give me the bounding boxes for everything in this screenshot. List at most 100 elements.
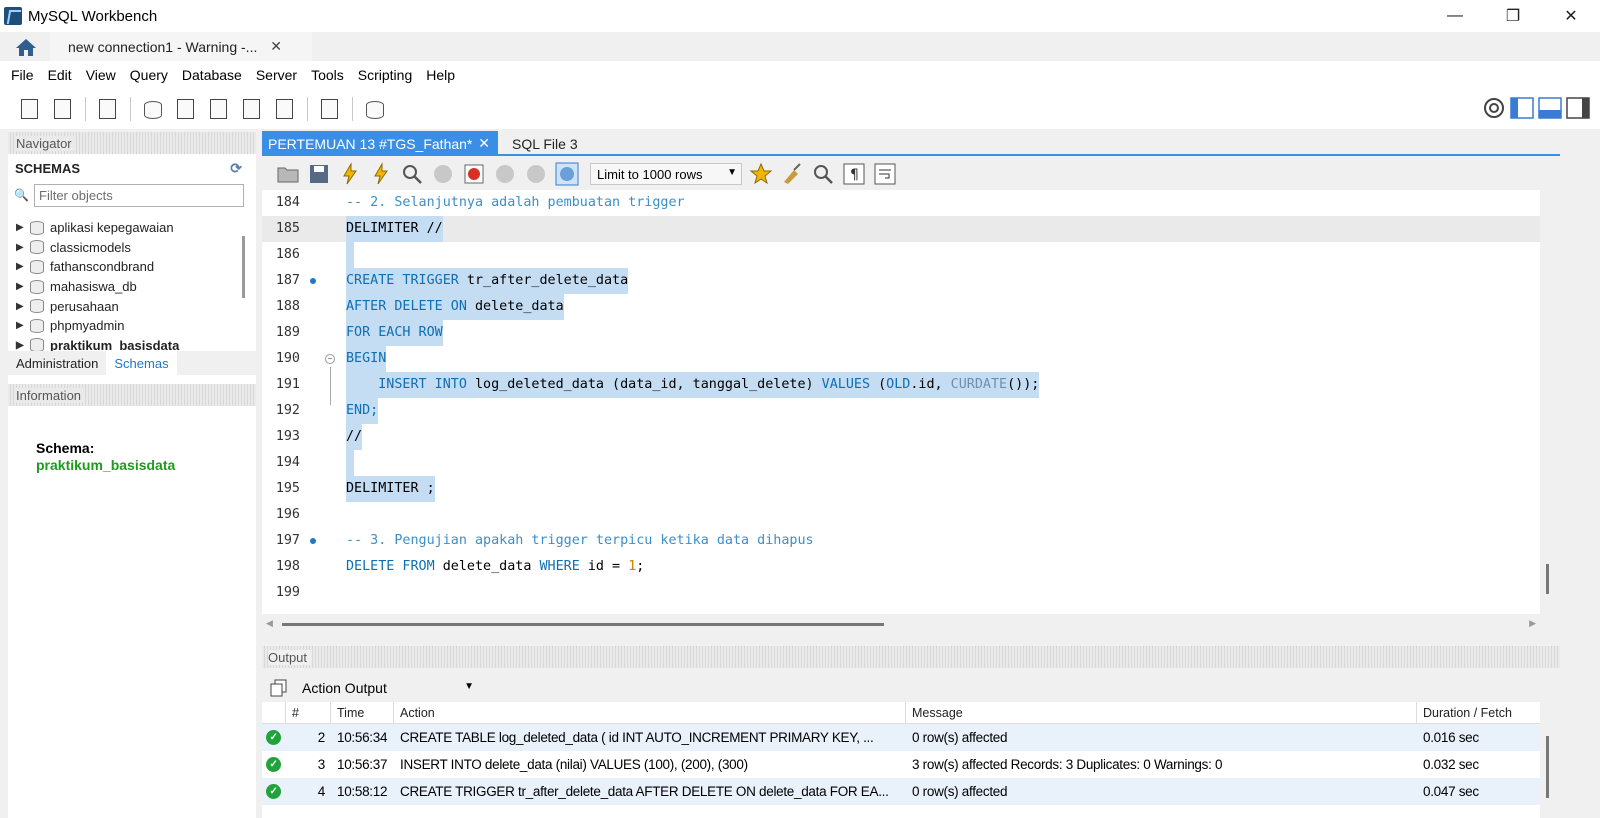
column-header-message[interactable]: Message (906, 702, 1417, 724)
open-sql-script-icon[interactable] (49, 95, 77, 123)
menu-query[interactable]: Query (123, 67, 175, 83)
home-tab[interactable] (6, 34, 46, 59)
word-wrap-icon[interactable] (873, 162, 897, 186)
toolbar-separator (130, 97, 131, 121)
beautify-icon[interactable] (780, 162, 804, 186)
filter-objects-input[interactable] (34, 184, 244, 207)
explain-icon[interactable] (400, 162, 424, 186)
auto-commit-icon[interactable] (555, 162, 579, 186)
schema-item[interactable]: ▶ aplikasi kepegawaian (8, 218, 244, 238)
column-header-time[interactable]: Time (331, 702, 394, 724)
rollback-icon[interactable] (524, 162, 548, 186)
menu-edit[interactable]: Edit (41, 67, 79, 83)
schema-item-default[interactable]: ▶ praktikum_basisdata (8, 336, 244, 352)
code-line: 199 (262, 580, 1540, 606)
column-header-duration[interactable]: Duration / Fetch (1417, 702, 1540, 724)
menu-file[interactable]: File (4, 67, 41, 83)
stop-icon[interactable] (431, 162, 455, 186)
schema-item[interactable]: ▶ mahasiswa_db (8, 277, 244, 297)
close-icon[interactable]: ✕ (1542, 0, 1600, 32)
expand-arrow-icon[interactable]: ▶ (16, 320, 30, 331)
output-type-select[interactable]: Action Output ▼ (300, 676, 480, 700)
scroll-right-icon[interactable]: ▶ (1529, 618, 1536, 629)
create-function-icon[interactable] (271, 95, 299, 123)
invisible-chars-icon[interactable]: ¶ (842, 162, 866, 186)
output-vertical-scrollbar[interactable] (1546, 736, 1549, 798)
tab-sql-file-3[interactable]: SQL File 3 (506, 131, 578, 156)
editor-vertical-scrollbar[interactable] (1546, 564, 1549, 594)
toggle-secondary-sidebar-icon[interactable] (1566, 97, 1590, 119)
add-snippet-icon[interactable] (749, 162, 773, 186)
expand-arrow-icon[interactable]: ▶ (16, 340, 30, 351)
toggle-sidebar-icon[interactable] (1510, 97, 1534, 119)
row-number: 4 (317, 784, 326, 799)
reconnect-icon[interactable] (361, 95, 389, 123)
search-table-data-icon[interactable] (316, 95, 344, 123)
sql-editor[interactable]: 184 -- 2. Selanjutnya adalah pembuatan t… (262, 190, 1540, 614)
refresh-schemas-icon[interactable]: ⟳ (230, 160, 242, 177)
connection-tab[interactable]: new connection1 - Warning -... ✕ (50, 32, 312, 61)
menu-scripting[interactable]: Scripting (351, 67, 419, 83)
open-file-icon[interactable] (276, 162, 300, 186)
column-header-number[interactable]: # (286, 702, 331, 724)
schema-item[interactable]: ▶ fathanscondbrand (8, 257, 244, 277)
column-header-status[interactable] (262, 702, 286, 724)
menu-help[interactable]: Help (419, 67, 462, 83)
code-text: FOR EACH ROW (346, 320, 443, 346)
menu-tools[interactable]: Tools (304, 67, 351, 83)
create-procedure-icon[interactable] (238, 95, 266, 123)
layout-toggles (1482, 96, 1590, 120)
execute-current-icon[interactable] (369, 162, 393, 186)
find-icon[interactable] (811, 162, 835, 186)
limit-rows-select[interactable]: Limit to 1000 rows ▼ (590, 163, 742, 185)
save-icon[interactable] (307, 162, 331, 186)
scrollbar-thumb[interactable] (282, 623, 884, 626)
new-sql-tab-icon[interactable] (16, 95, 44, 123)
tab-administration[interactable]: Administration (8, 351, 106, 375)
expand-arrow-icon[interactable]: ▶ (16, 242, 30, 253)
restore-icon[interactable]: ❐ (1484, 0, 1542, 32)
line-number: 187 (275, 273, 300, 288)
information-panel: Schema: praktikum_basisdata (8, 406, 256, 806)
connection-tab-close-icon[interactable]: ✕ (270, 38, 282, 55)
table-row[interactable]: ✓ 2 10:56:34 CREATE TABLE log_deleted_da… (262, 724, 1540, 751)
column-header-action[interactable]: Action (394, 702, 906, 724)
close-tab-icon[interactable]: ✕ (478, 135, 490, 152)
schema-item[interactable]: ▶ classicmodels (8, 238, 244, 258)
schema-item[interactable]: ▶ perusahaan (8, 296, 244, 316)
line-number: 193 (275, 429, 300, 444)
tab-schemas[interactable]: Schemas (106, 351, 177, 375)
table-row[interactable]: ✓ 4 10:58:12 CREATE TRIGGER tr_after_del… (262, 778, 1540, 805)
table-row[interactable]: ✓ 3 10:56:37 INSERT INTO delete_data (ni… (262, 751, 1540, 778)
line-number: 190 (275, 351, 300, 366)
create-table-icon[interactable] (172, 95, 200, 123)
database-icon (30, 299, 44, 314)
database-icon (30, 279, 44, 294)
toggle-continue-on-error-icon[interactable] (462, 162, 486, 186)
menu-view[interactable]: View (79, 67, 123, 83)
commit-icon[interactable] (493, 162, 517, 186)
create-schema-icon[interactable] (139, 95, 167, 123)
expand-arrow-icon[interactable]: ▶ (16, 301, 30, 312)
scroll-left-icon[interactable]: ◀ (266, 618, 273, 629)
minimize-icon[interactable]: — (1426, 0, 1484, 32)
create-view-icon[interactable] (205, 95, 233, 123)
fold-toggle-icon[interactable]: − (325, 354, 335, 364)
editor-horizontal-scrollbar[interactable]: ◀ ▶ (262, 614, 1540, 634)
copy-icon[interactable] (270, 679, 288, 697)
expand-arrow-icon[interactable]: ▶ (16, 281, 30, 292)
execute-icon[interactable] (338, 162, 362, 186)
expand-arrow-icon[interactable]: ▶ (16, 261, 30, 272)
expand-arrow-icon[interactable]: ▶ (16, 222, 30, 233)
code-text: // (346, 424, 363, 450)
schema-value: praktikum_basisdata (36, 457, 176, 473)
tab-pertemuan-13[interactable]: PERTEMUAN 13 #TGS_Fathan* ✕ (262, 131, 498, 156)
code-text: END; (346, 398, 379, 424)
menu-database[interactable]: Database (175, 67, 249, 83)
schema-tree-scrollbar[interactable] (242, 236, 245, 298)
toggle-output-icon[interactable] (1538, 97, 1562, 119)
settings-icon[interactable] (1482, 96, 1506, 120)
menu-server[interactable]: Server (249, 67, 304, 83)
schema-item[interactable]: ▶ phpmyadmin (8, 316, 244, 336)
inspector-icon[interactable] (94, 95, 122, 123)
